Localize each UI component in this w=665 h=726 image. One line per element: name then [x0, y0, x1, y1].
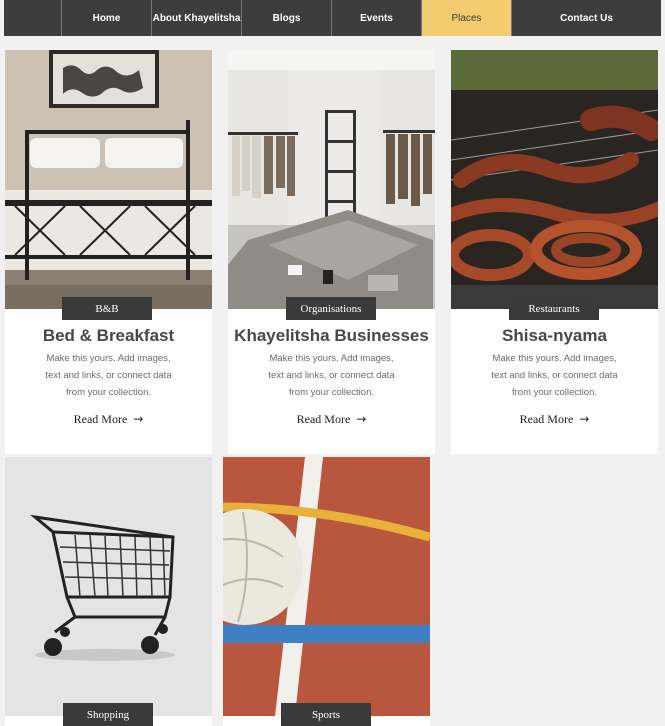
clothing-store-image — [228, 50, 435, 309]
nav-item-label: Home — [92, 12, 121, 24]
card-khayelitsha-businesses: Organisations Khayelitsha Businesses Mak… — [228, 50, 435, 454]
card-title: Bed & Breakfast — [42, 326, 175, 345]
grilled-meat-image — [451, 50, 658, 309]
bedroom-image — [5, 50, 212, 309]
read-more-link[interactable]: Read More → — [228, 412, 435, 427]
main-nav: Home About Khayelitsha Blogs Events Plac… — [4, 0, 661, 36]
read-more-link[interactable]: Read More → — [5, 412, 212, 427]
card-title: Khayelitsha Businesses — [234, 326, 429, 345]
category-tag[interactable]: Restaurants — [509, 297, 599, 320]
volleyball-court-image — [223, 457, 430, 716]
category-tag[interactable]: Organisations — [286, 297, 376, 320]
nav-item-label: Places — [451, 12, 482, 24]
nav-item-home[interactable]: Home — [62, 0, 152, 36]
nav-item-places[interactable]: Places — [422, 0, 512, 36]
read-more-link[interactable]: Read More → — [451, 412, 658, 427]
nav-item-label: Blogs — [272, 12, 301, 24]
category-tag[interactable]: Shopping — [63, 703, 153, 726]
nav-item-events[interactable]: Events — [332, 0, 422, 36]
nav-item-label: Contact Us — [560, 12, 613, 24]
nav-item-label: About Khayelitsha — [152, 12, 241, 24]
card-shisa-nyama: Restaurants Shisa-nyama Make this yours.… — [451, 50, 658, 454]
card-bed-breakfast: B&B Bed & Breakfast Make this yours. Add… — [5, 50, 212, 454]
nav-item-label: Events — [360, 12, 393, 24]
nav-item-about[interactable]: About Khayelitsha — [152, 0, 242, 36]
card-sports: Sports — [223, 457, 430, 726]
card-description: Make this yours. Add images, text and li… — [268, 353, 395, 398]
arrow-right-icon: → — [579, 412, 590, 426]
category-tag[interactable]: B&B — [62, 297, 152, 320]
arrow-right-icon: → — [356, 412, 367, 426]
card-description: Make this yours. Add images, text and li… — [491, 353, 618, 398]
card-title: Shisa-nyama — [502, 326, 607, 345]
shopping-cart-image — [5, 457, 212, 716]
nav-item-contact[interactable]: Contact Us — [512, 0, 661, 36]
nav-item-blank[interactable] — [4, 0, 62, 36]
card-shopping: Shopping — [5, 457, 212, 726]
arrow-right-icon: → — [133, 412, 144, 426]
category-tag[interactable]: Sports — [281, 703, 371, 726]
nav-item-blogs[interactable]: Blogs — [242, 0, 332, 36]
card-description: Make this yours. Add images, text and li… — [45, 353, 172, 398]
